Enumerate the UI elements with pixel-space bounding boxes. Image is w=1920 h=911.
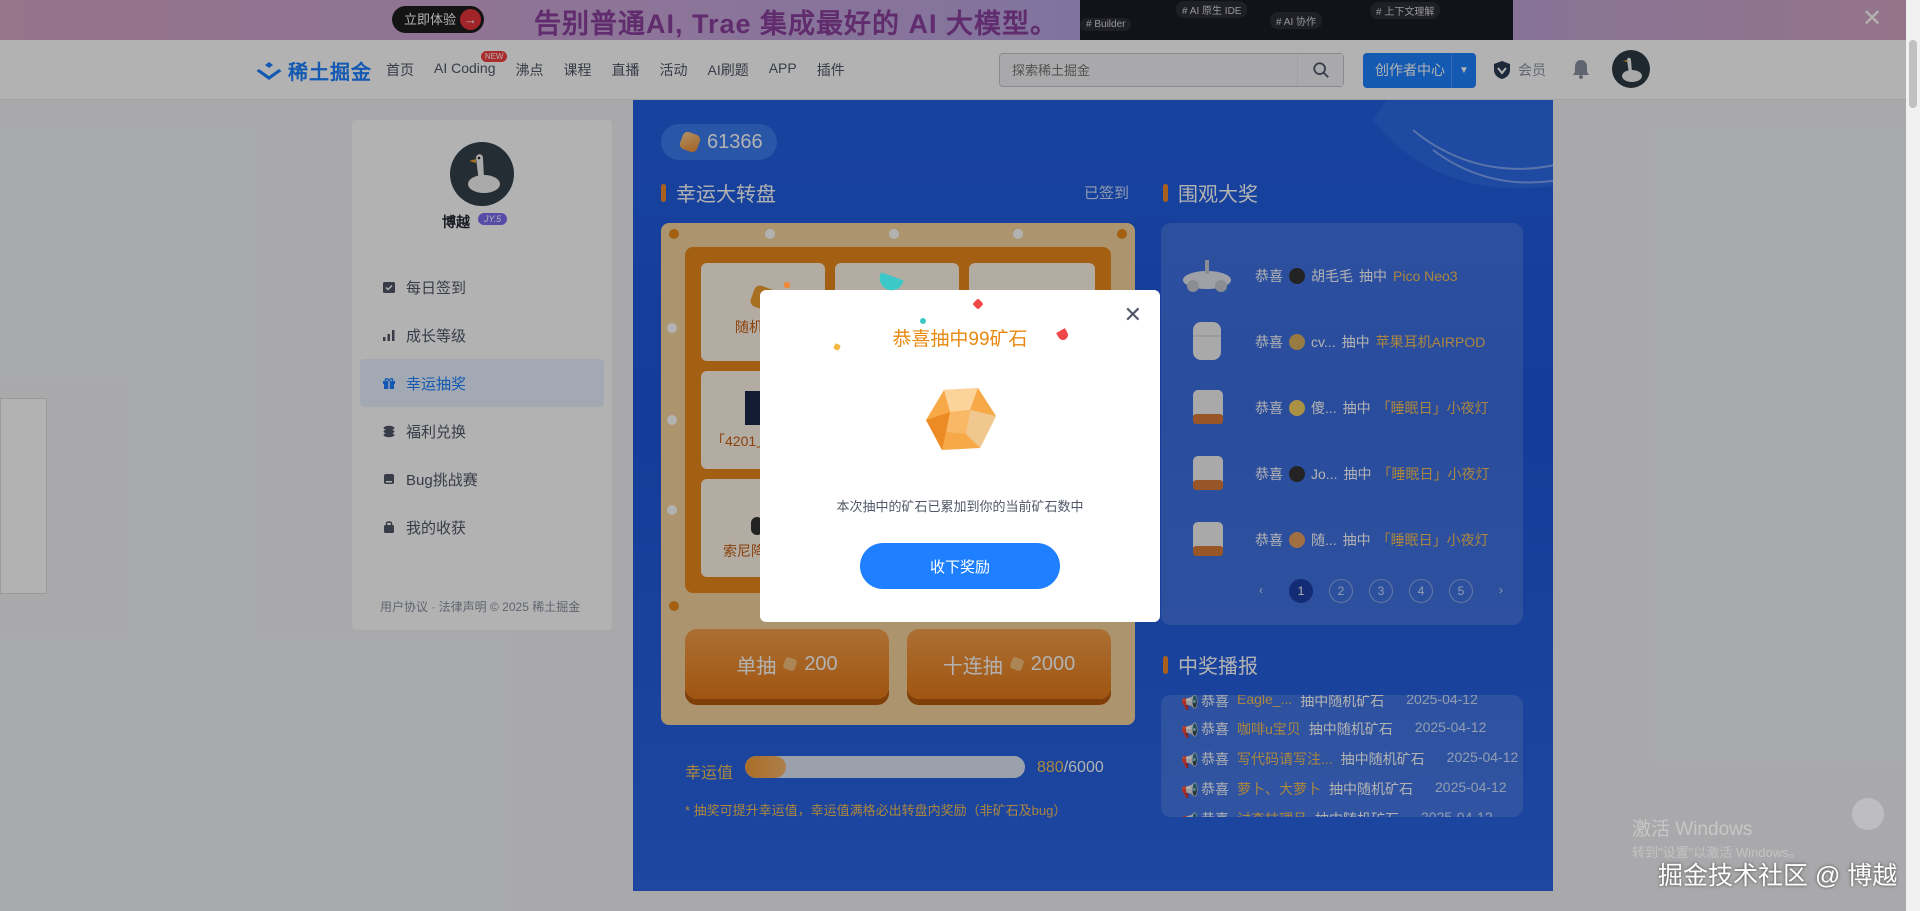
close-icon[interactable]: ✕ [1124,304,1142,326]
confetti [972,298,984,310]
chat-icon[interactable] [1852,798,1884,830]
page-scrollbar[interactable] [1906,0,1920,911]
windows-activation-title: 激活 Windows [1632,819,1753,840]
ore-icon [926,388,996,450]
modal-title: 恭喜抽中99矿石 [892,329,1028,350]
accept-reward-button[interactable]: 收下奖励 [860,543,1060,589]
reward-modal: ✕ 恭喜抽中99矿石 本次抽中的矿石已累加到你的当前矿石数中 收下奖励 [760,272,1160,622]
credit-watermark: 掘金技术社区 @ 博越 [1658,862,1898,890]
scrollbar-thumb[interactable] [1909,40,1917,108]
confetti [784,282,790,288]
modal-description: 本次抽中的矿石已累加到你的当前矿石数中 [836,499,1084,514]
